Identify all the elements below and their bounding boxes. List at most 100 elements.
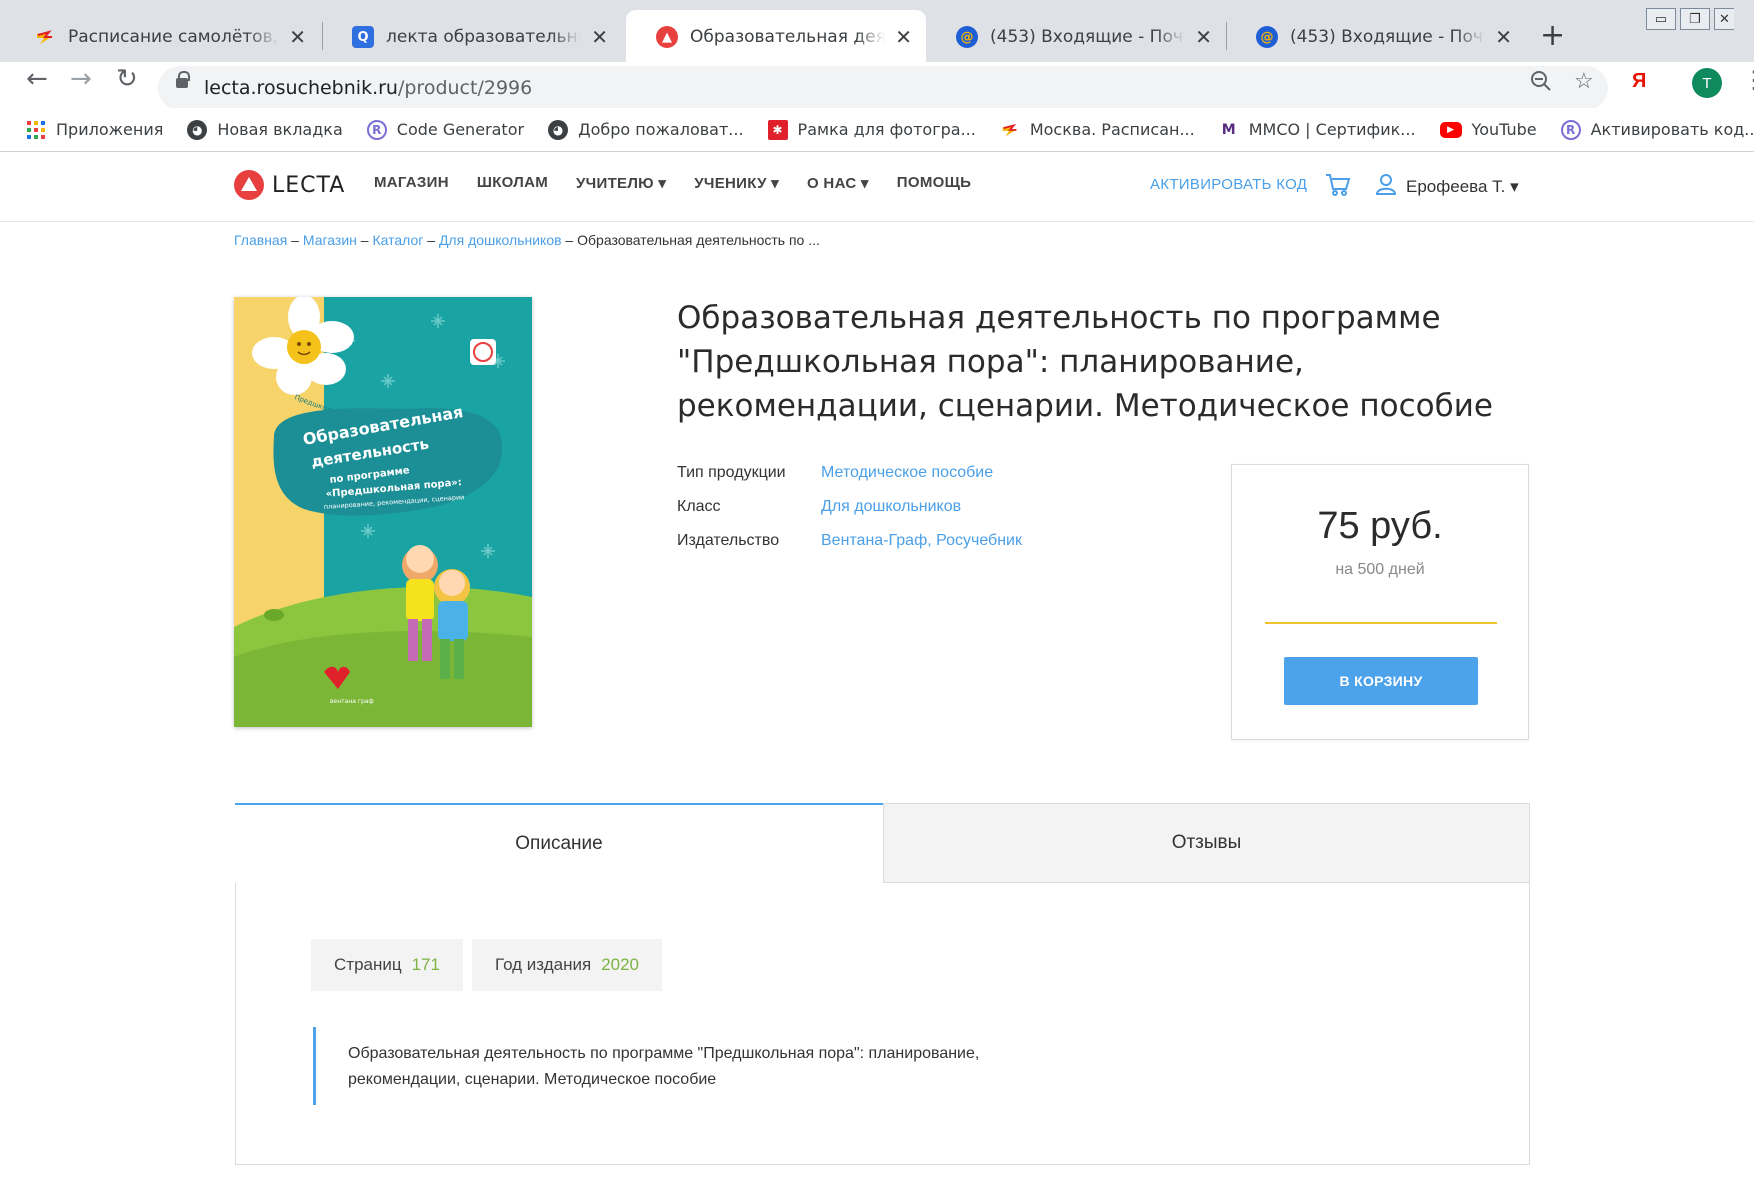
close-tab-icon[interactable]: ✕	[591, 25, 608, 49]
bookmark-label: Новая вкладка	[217, 120, 343, 139]
browser-tab-4[interactable]: @ (453) Входящие - Почта Mail ✕	[1226, 10, 1526, 64]
nav-shop[interactable]: МАГАЗИН	[374, 174, 449, 192]
globe-icon: ◕	[548, 119, 569, 140]
year-chip: Год издания 2020	[472, 939, 663, 991]
breadcrumb-home[interactable]: Главная	[234, 232, 287, 248]
main-nav: МАГАЗИН ШКОЛАМ УЧИТЕЛЮ ▾ УЧЕНИКУ ▾ О НАС…	[374, 174, 999, 192]
bookmarks-bar: Приложения ◕ Новая вкладка R Code Genera…	[0, 108, 1754, 152]
nav-schools[interactable]: ШКОЛАМ	[477, 174, 548, 192]
user-name: Ерофеева Т. ▾	[1406, 176, 1519, 196]
close-window-icon[interactable]: ✕	[1714, 8, 1734, 30]
cart-icon[interactable]	[1324, 172, 1352, 203]
user-icon	[1374, 172, 1398, 201]
nav-about[interactable]: О НАС ▾	[807, 174, 869, 192]
prop-value-link[interactable]: Методическое пособие	[821, 464, 993, 498]
add-to-cart-button[interactable]: В КОРЗИНУ	[1284, 657, 1478, 705]
window-controls: ▭ ❐ ✕	[1646, 8, 1738, 30]
breadcrumb-shop[interactable]: Магазин	[303, 232, 357, 248]
pages-chip: Страниц 171	[311, 939, 463, 991]
bookmark-label: Code Generator	[396, 120, 525, 139]
yandex-icon[interactable]: Я	[1632, 70, 1646, 93]
breadcrumb: Главная – Магазин – Каталог – Для дошкол…	[234, 232, 820, 248]
price-box: 75 руб. на 500 дней В КОРЗИНУ	[1231, 464, 1529, 740]
bookmark-label: Активировать код...	[1590, 120, 1754, 139]
browser-tab-0[interactable]: Расписание самолётов, поезд ✕	[4, 10, 320, 64]
browser-tab-2[interactable]: ▲ Образовательная деятельность ✕	[626, 10, 926, 64]
product-properties: Тип продукции Методическое пособие Класс…	[677, 464, 1022, 566]
nav-help[interactable]: ПОМОЩЬ	[897, 174, 971, 192]
book-cover: Предшкольная пора Образовательная деятел…	[234, 297, 532, 727]
license-period: на 500 дней	[1335, 561, 1425, 578]
prop-key: Тип продукции	[677, 464, 786, 481]
profile-avatar[interactable]: Т	[1692, 68, 1722, 98]
prop-row-class: Класс Для дошкольников	[677, 498, 1022, 532]
user-menu[interactable]: Ерофеева Т. ▾	[1374, 172, 1519, 201]
lecta-logo-icon	[234, 170, 264, 200]
breadcrumb-preschool[interactable]: Для дошкольников	[439, 232, 562, 248]
breadcrumb-sep: –	[356, 232, 373, 248]
back-icon[interactable]: ←	[26, 64, 48, 94]
lock-icon[interactable]	[176, 71, 190, 88]
url-text[interactable]: lecta.rosuchebnik.ru/product/2996	[204, 68, 532, 108]
mail-icon: @	[956, 26, 978, 48]
tab-reviews[interactable]: Отзывы	[883, 803, 1530, 883]
prop-row-type: Тип продукции Методическое пособие	[677, 464, 1022, 498]
tab-title: (453) Входящие - Почта Mail	[1290, 27, 1485, 47]
bookmark-new-tab[interactable]: ◕ Новая вкладка	[187, 119, 343, 140]
product-title: Образовательная деятельность по программ…	[677, 300, 1493, 424]
new-tab-icon[interactable]: +	[1540, 18, 1565, 53]
description-text: Образовательная деятельность по программ…	[313, 1027, 1013, 1105]
minimize-icon[interactable]: ▭	[1646, 8, 1676, 30]
tab-title: лекта образовательная плат	[386, 27, 581, 47]
lecta-icon: ▲	[656, 26, 678, 48]
r-circle-icon: R	[366, 119, 387, 140]
site-logo[interactable]: LECTA	[234, 170, 345, 200]
bookmark-welcome[interactable]: ◕ Добро пожаловат...	[548, 119, 744, 140]
forward-icon[interactable]: →	[70, 64, 92, 94]
prop-value-link[interactable]: Вентана-Граф, Росучебник	[821, 532, 1022, 566]
bookmark-star-icon[interactable]: ☆	[1574, 68, 1594, 94]
youtube-icon: ▶	[1439, 121, 1462, 138]
prop-row-publisher: Издательство Вентана-Граф, Росучебник	[677, 532, 1022, 566]
tab-description[interactable]: Описание	[235, 803, 883, 883]
close-tab-icon[interactable]: ✕	[1195, 25, 1212, 49]
browser-tab-1[interactable]: Q лекта образовательная плат ✕	[322, 10, 622, 64]
prop-value-link[interactable]: Для дошкольников	[821, 498, 961, 532]
breadcrumb-sep: –	[423, 232, 439, 248]
tutu-icon	[1000, 120, 1020, 140]
breadcrumb-catalog[interactable]: Каталог	[372, 232, 423, 248]
bookmark-label: Приложения	[56, 120, 164, 139]
nav-student[interactable]: УЧЕНИКУ ▾	[694, 174, 779, 192]
nav-teacher[interactable]: УЧИТЕЛЮ ▾	[576, 174, 666, 192]
close-tab-icon[interactable]: ✕	[895, 25, 912, 49]
breadcrumb-sep: –	[561, 232, 578, 248]
close-tab-icon[interactable]: ✕	[289, 25, 306, 49]
bookmark-activate-code[interactable]: R Активировать код...	[1560, 119, 1754, 140]
apps-grid-icon	[26, 120, 46, 140]
bookmark-photo-frame[interactable]: ✱ Рамка для фотогра...	[767, 119, 976, 140]
mail-icon: @	[1256, 26, 1278, 48]
restore-icon[interactable]: ❐	[1680, 8, 1710, 30]
mmco-icon: M	[1221, 121, 1236, 138]
prop-key: Класс	[677, 498, 721, 515]
logo-text: LECTA	[272, 172, 346, 198]
bookmark-label: Рамка для фотогра...	[797, 120, 976, 139]
zoom-icon[interactable]	[1530, 70, 1552, 98]
bookmark-youtube[interactable]: ▶ YouTube	[1439, 120, 1537, 139]
breadcrumb-sep: –	[287, 232, 303, 248]
prop-key: Издательство	[677, 532, 780, 549]
bookmark-mmco[interactable]: M ММСО | Сертифик...	[1219, 120, 1416, 140]
bookmark-code-generator[interactable]: R Code Generator	[366, 119, 525, 140]
bookmark-label: Добро пожаловат...	[578, 120, 744, 139]
tutu-icon	[34, 26, 56, 48]
close-tab-icon[interactable]: ✕	[1495, 25, 1512, 49]
bookmark-moscow-schedule[interactable]: Москва. Расписан...	[1000, 120, 1195, 140]
r-circle-icon: R	[1560, 119, 1581, 140]
browser-tab-3[interactable]: @ (453) Входящие - Почта Mail ✕	[926, 10, 1226, 64]
svg-text:вентана граф: вентана граф	[330, 698, 374, 705]
bookmark-apps[interactable]: Приложения	[26, 120, 163, 140]
activate-code-link[interactable]: АКТИВИРОВАТЬ КОД	[1150, 176, 1307, 193]
menu-icon[interactable]: ⋮	[1742, 66, 1754, 95]
breadcrumb-current: Образовательная деятельность по ...	[577, 232, 820, 248]
reload-icon[interactable]: ↻	[116, 64, 138, 94]
